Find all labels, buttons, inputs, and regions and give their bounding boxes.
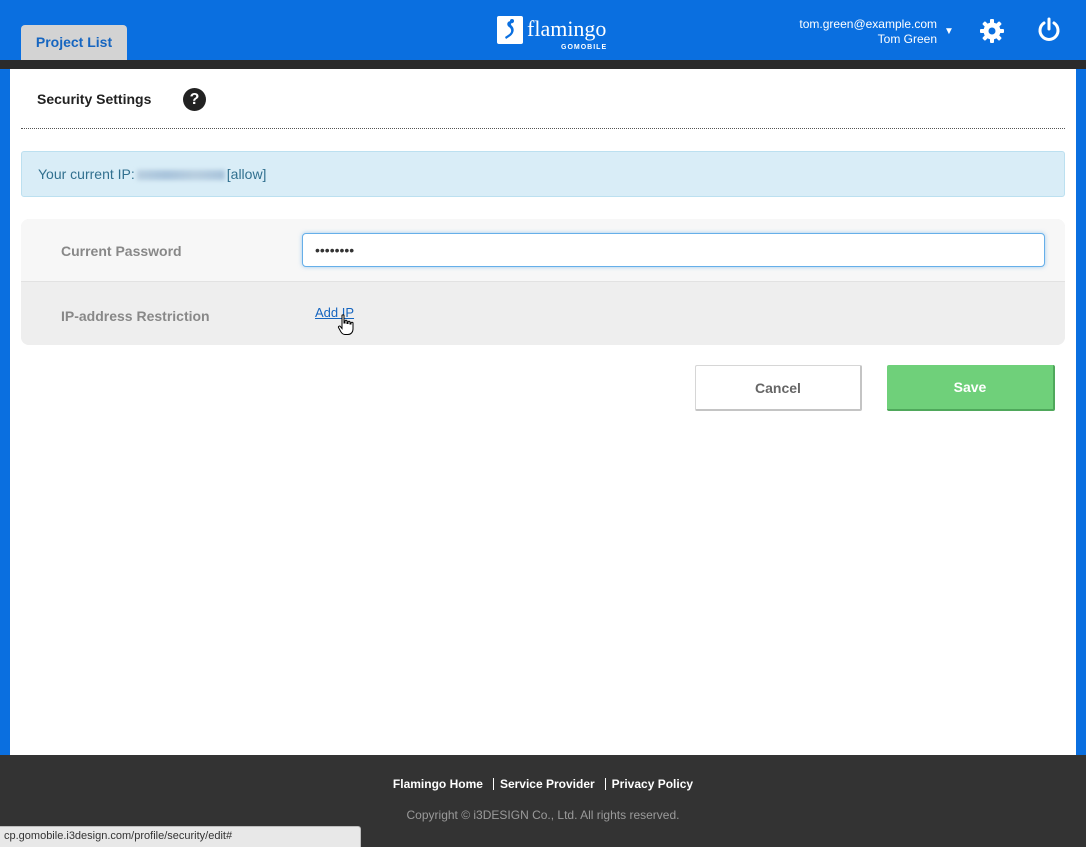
footer-link-flamingo-home[interactable]: Flamingo Home — [393, 777, 483, 791]
title-divider — [21, 128, 1065, 129]
user-name: Tom Green — [877, 32, 937, 46]
user-menu[interactable]: tom.green@example.com Tom Green — [799, 17, 937, 47]
form-row-password: Current Password — [21, 219, 1065, 282]
flamingo-bird-icon — [497, 16, 523, 44]
user-email: tom.green@example.com — [799, 17, 937, 31]
form-row-ip-restriction: IP-address Restriction Add IP — [21, 282, 1065, 345]
chevron-down-icon[interactable]: ▼ — [944, 26, 954, 37]
security-form: Current Password IP-address Restriction … — [21, 219, 1065, 345]
ip-notice-suffix: [allow] — [226, 166, 267, 182]
current-password-input[interactable] — [302, 233, 1045, 267]
ip-restriction-label: IP-address Restriction — [61, 308, 210, 324]
footer-separator — [604, 778, 606, 790]
footer-link-service-provider[interactable]: Service Provider — [500, 777, 595, 791]
ip-notice-prefix: Your current IP: — [38, 166, 135, 182]
main-panel: Security Settings ? Your current IP: [all… — [10, 69, 1076, 755]
footer-separator — [492, 778, 494, 790]
current-ip-notice: Your current IP: [allow] — [21, 151, 1065, 197]
browser-status-url: cp.gomobile.i3design.com/profile/securit… — [0, 826, 361, 847]
footer-links: Flamingo Home Service Provider Privacy Pol… — [0, 777, 1086, 791]
copyright-text: Copyright © i3DESIGN Co., Ltd. All right… — [406, 808, 680, 822]
flamingo-logo[interactable]: flamingo GOMOBILE — [497, 16, 606, 54]
app-header: Project List flamingo GOMOBILE tom.green… — [0, 0, 1086, 60]
logo-text: flamingo — [527, 16, 607, 41]
hand-cursor-icon — [337, 314, 355, 336]
cancel-button[interactable]: Cancel — [695, 365, 862, 411]
page-title: Security Settings — [37, 91, 152, 107]
help-icon[interactable]: ? — [183, 88, 206, 111]
header-divider — [0, 60, 1086, 69]
current-password-label: Current Password — [61, 243, 182, 259]
ip-address-redacted — [136, 170, 225, 181]
tab-project-list[interactable]: Project List — [21, 25, 127, 60]
logo-subtext: GOMOBILE — [561, 44, 608, 51]
gear-icon[interactable] — [978, 17, 1006, 45]
save-button[interactable]: Save — [887, 365, 1055, 411]
power-icon[interactable] — [1035, 16, 1063, 44]
footer-link-privacy-policy[interactable]: Privacy Policy — [612, 777, 693, 791]
